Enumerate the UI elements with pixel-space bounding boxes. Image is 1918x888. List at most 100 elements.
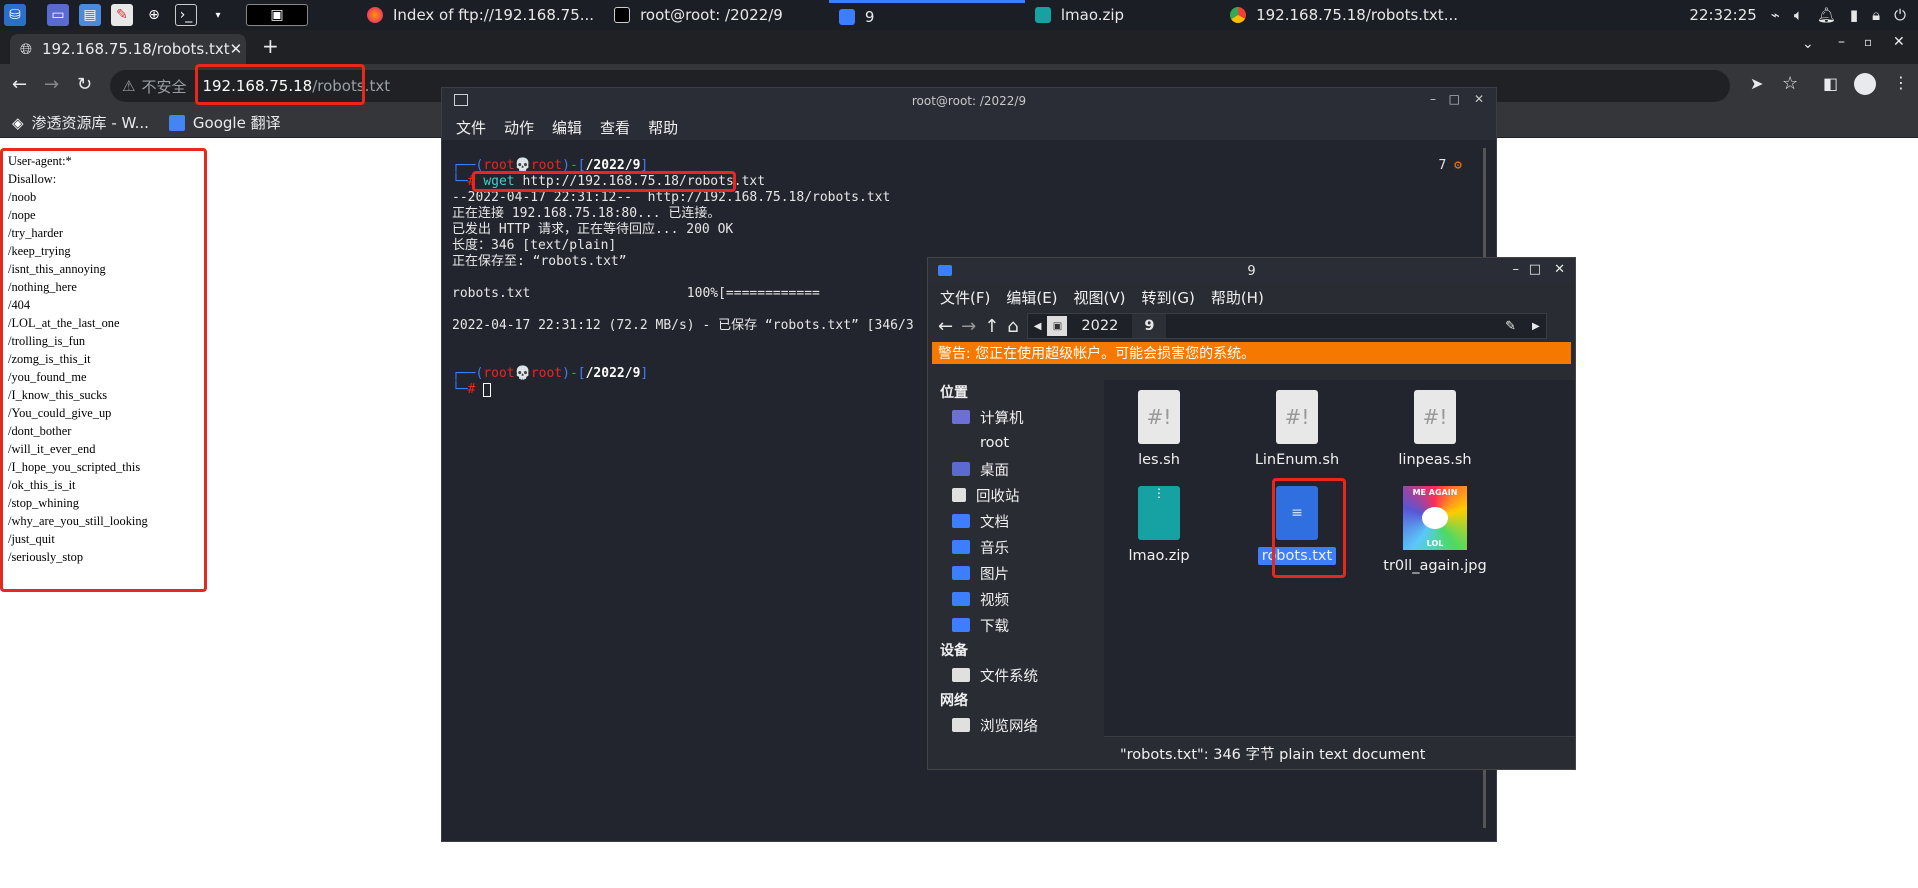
- show-desktop-icon[interactable]: ▭: [47, 4, 69, 26]
- minimize-icon[interactable]: –: [1430, 92, 1436, 106]
- kali-menu-icon[interactable]: ⛁: [4, 4, 26, 26]
- back-icon[interactable]: ←: [938, 316, 953, 337]
- sidebar-item-music[interactable]: 音乐: [928, 534, 1104, 560]
- prompt-host: root: [530, 366, 563, 381]
- up-icon[interactable]: ↑: [984, 316, 999, 337]
- menu-edit[interactable]: 编辑: [552, 117, 582, 138]
- file-item[interactable]: ME AGAIN LOL tr0ll_again.jpg: [1380, 486, 1490, 574]
- shell-script-icon: #!: [1414, 390, 1456, 444]
- close-window-icon[interactable]: ✕: [1893, 34, 1905, 50]
- task-archive[interactable]: lmao.zip: [1025, 0, 1134, 30]
- file-item[interactable]: #! les.sh: [1104, 390, 1214, 468]
- browser-launcher-icon[interactable]: ⊕: [143, 4, 165, 26]
- notification-bell-icon[interactable]: 🔔︎: [1817, 6, 1836, 24]
- workspace-switcher[interactable]: ▣: [246, 4, 308, 26]
- browser-tab-bar: 🌐︎ 192.168.75.18/robots.txt ✕ + ⌄ – ▫ ✕: [0, 30, 1918, 64]
- profile-avatar[interactable]: [1854, 73, 1876, 95]
- minimize-icon[interactable]: –: [1513, 262, 1520, 277]
- menu-view[interactable]: 查看: [600, 117, 630, 138]
- path-segment-current[interactable]: 9: [1132, 314, 1167, 338]
- reload-icon[interactable]: ↻: [77, 74, 92, 95]
- file-name: tr0ll_again.jpg: [1383, 558, 1487, 574]
- url-highlight-box: [195, 64, 365, 105]
- bookmark-item[interactable]: 渗透资源库 - W...: [32, 112, 149, 133]
- file-manager-launcher-icon[interactable]: ▤: [79, 4, 101, 26]
- maximize-icon[interactable]: □: [1529, 262, 1541, 277]
- google-translate-icon: [168, 114, 185, 131]
- path-scroll-right-icon[interactable]: ▶: [1526, 321, 1546, 332]
- task-terminal[interactable]: root@root: /2022/9: [604, 0, 793, 30]
- clock[interactable]: 22:32:25: [1689, 6, 1756, 24]
- side-panel-icon[interactable]: ◧: [1823, 74, 1838, 93]
- thumbnail-caption-bottom: LOL: [1426, 539, 1444, 548]
- battery-icon[interactable]: ▮: [1850, 6, 1858, 24]
- folder-icon: [938, 265, 952, 276]
- browser-tab[interactable]: 🌐︎ 192.168.75.18/robots.txt ✕: [10, 34, 246, 64]
- sidebar-item-videos[interactable]: 视频: [928, 586, 1104, 612]
- minimize-window-icon[interactable]: –: [1838, 34, 1845, 50]
- menu-go[interactable]: 转到(G): [1142, 287, 1195, 308]
- bookmark-star-icon[interactable]: ☆: [1782, 73, 1798, 94]
- sidebar-item-root[interactable]: root: [928, 430, 1104, 456]
- sidebar-item-trash[interactable]: 回收站: [928, 482, 1104, 508]
- menu-file[interactable]: 文件(F): [940, 287, 990, 308]
- cursor: [483, 382, 492, 397]
- home-icon[interactable]: ⌂: [1007, 316, 1018, 337]
- menu-actions[interactable]: 动作: [504, 117, 534, 138]
- fm-titlebar[interactable]: 9 – □ ✕: [928, 258, 1575, 284]
- tab-title: 192.168.75.18/robots.txt: [42, 40, 230, 58]
- edit-path-icon[interactable]: ✎: [1495, 319, 1526, 334]
- text-editor-launcher-icon[interactable]: ✎: [111, 4, 133, 26]
- task-firefox[interactable]: Index of ftp://192.168.75...: [357, 0, 604, 30]
- maximize-icon[interactable]: □: [1449, 92, 1460, 106]
- insecure-label[interactable]: 不安全: [141, 76, 186, 97]
- dropdown-arrow-icon[interactable]: ▾: [207, 4, 229, 26]
- volume-icon[interactable]: 🔈︎: [1794, 6, 1803, 24]
- file-item[interactable]: ⋮ lmao.zip: [1104, 486, 1214, 564]
- menu-help[interactable]: 帮助(H): [1211, 287, 1264, 308]
- prompt-user: root: [483, 366, 515, 381]
- sidebar-item-computer[interactable]: 计算机: [928, 404, 1104, 430]
- top-panel: ⛁ ▭ ▤ ✎ ⊕ ›_ ▾ ▣ Index of ftp://192.168.…: [0, 0, 1918, 30]
- sidebar-item-pictures[interactable]: 图片: [928, 560, 1104, 586]
- menu-file[interactable]: 文件: [456, 117, 486, 138]
- sidebar-item-desktop[interactable]: 桌面: [928, 456, 1104, 482]
- close-icon[interactable]: ✕: [1554, 262, 1565, 277]
- lock-icon[interactable]: 🔒︎: [1872, 6, 1880, 24]
- close-icon[interactable]: ✕: [1474, 92, 1484, 106]
- sidebar-item-filesystem[interactable]: 文件系统: [928, 662, 1104, 688]
- terminal-launcher-icon[interactable]: ›_: [175, 4, 197, 26]
- wget-output: --2022-04-17 22:31:12-- http://192.168.7…: [452, 190, 914, 333]
- sidebar-item-browse-network[interactable]: 浏览网络: [928, 712, 1104, 738]
- fm-file-view: #! les.sh #! LinEnum.sh #! linpeas.sh ⋮ …: [1104, 380, 1575, 736]
- maximize-window-icon[interactable]: ▫: [1864, 35, 1872, 49]
- tab-search-icon[interactable]: ⌄: [1802, 36, 1814, 52]
- send-tab-icon[interactable]: ➤: [1750, 74, 1763, 93]
- menu-edit[interactable]: 编辑(E): [1006, 287, 1057, 308]
- power-icon[interactable]: ⏻: [1894, 6, 1906, 24]
- tray-icon[interactable]: ⌁: [1771, 6, 1780, 24]
- path-segment[interactable]: 2022: [1067, 318, 1132, 334]
- right-status: 7 ⚙: [1438, 158, 1462, 173]
- bookmark-item[interactable]: Google 翻译: [193, 112, 281, 133]
- terminal-titlebar[interactable]: root@root: /2022/9 – □ ✕: [442, 88, 1496, 114]
- task-label: lmao.zip: [1060, 6, 1125, 24]
- path-scroll-left-icon[interactable]: ◀: [1028, 321, 1048, 332]
- file-item[interactable]: #! linpeas.sh: [1380, 390, 1490, 468]
- forward-icon[interactable]: →: [44, 74, 59, 95]
- task-label: Index of ftp://192.168.75...: [393, 6, 595, 24]
- forward-icon[interactable]: →: [961, 316, 976, 337]
- menu-view[interactable]: 视图(V): [1074, 287, 1126, 308]
- task-file-manager[interactable]: 9: [828, 0, 1025, 30]
- back-icon[interactable]: ←: [12, 74, 27, 95]
- path-root-icon[interactable]: ▣: [1047, 316, 1068, 336]
- file-item[interactable]: #! LinEnum.sh: [1242, 390, 1352, 468]
- tab-close-icon[interactable]: ✕: [230, 40, 243, 58]
- menu-kebab-icon[interactable]: ⋮: [1893, 73, 1909, 92]
- sidebar-item-downloads[interactable]: 下载: [928, 612, 1104, 638]
- task-chrome[interactable]: 192.168.75.18/robots.txt...: [1220, 0, 1468, 30]
- sidebar-item-documents[interactable]: 文档: [928, 508, 1104, 534]
- new-tab-button[interactable]: +: [262, 34, 279, 58]
- menu-help[interactable]: 帮助: [648, 117, 678, 138]
- warning-icon[interactable]: ⚠: [122, 77, 135, 95]
